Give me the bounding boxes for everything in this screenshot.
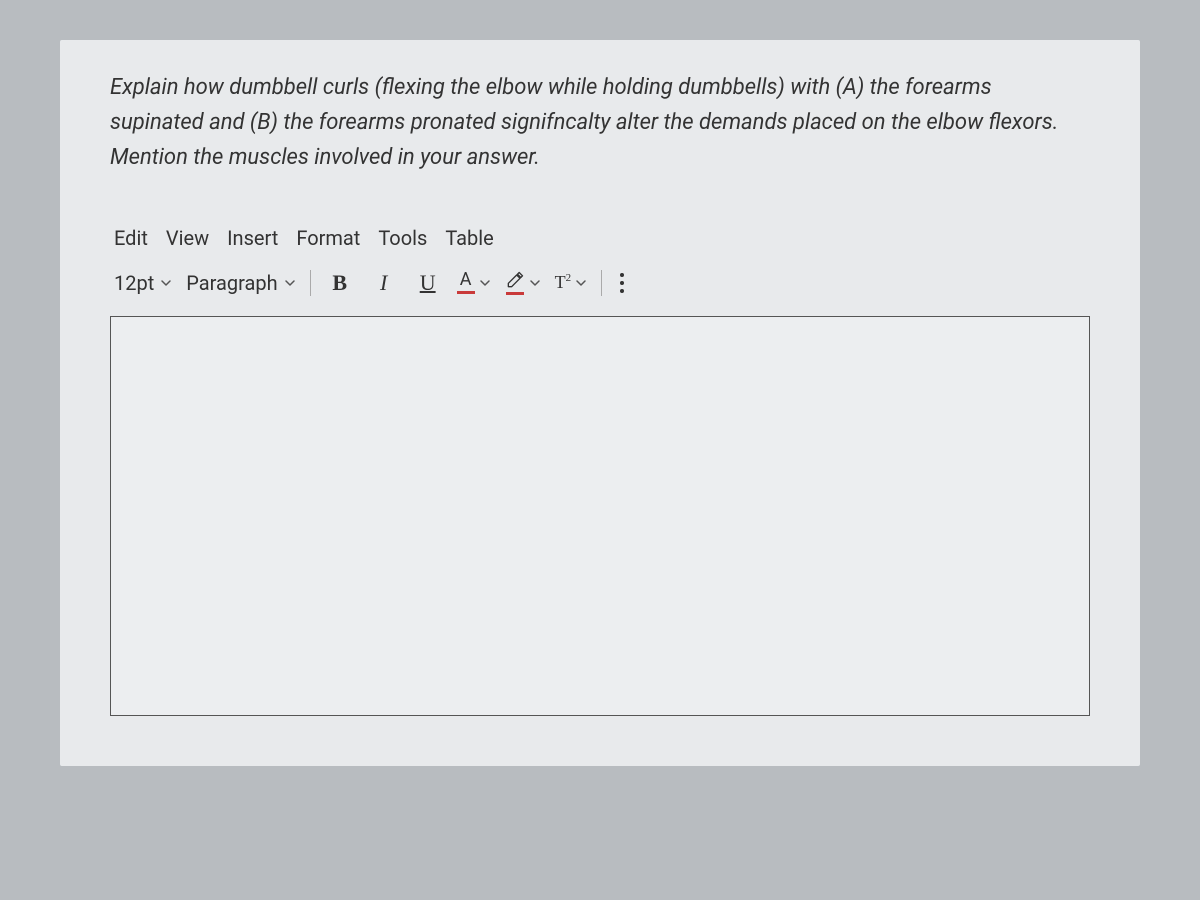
chevron-down-icon xyxy=(160,277,172,289)
editor-container: Explain how dumbbell curls (flexing the … xyxy=(60,40,1140,766)
font-size-dropdown[interactable]: 12pt xyxy=(114,271,172,295)
highlight-color-swatch xyxy=(506,292,524,295)
dot-icon xyxy=(620,273,624,277)
text-color-button[interactable]: A xyxy=(457,271,491,294)
text-color-swatch xyxy=(457,291,475,294)
toolbar-divider xyxy=(310,270,311,296)
text-editor-area[interactable] xyxy=(110,316,1090,716)
menu-format[interactable]: Format xyxy=(296,226,360,250)
chevron-down-icon xyxy=(479,277,491,289)
toolbar-divider xyxy=(601,270,602,296)
underline-button[interactable]: U xyxy=(413,268,443,298)
question-prompt: Explain how dumbbell curls (flexing the … xyxy=(110,70,1090,176)
superscript-button[interactable]: T2 xyxy=(555,272,588,293)
font-size-label: 12pt xyxy=(114,271,154,295)
highlighter-icon xyxy=(505,270,525,290)
more-options-button[interactable] xyxy=(616,269,628,297)
text-color-letter: A xyxy=(460,271,472,289)
superscript-label: T2 xyxy=(555,272,572,293)
highlight-color-button[interactable] xyxy=(505,270,541,295)
paragraph-style-label: Paragraph xyxy=(186,271,277,295)
menu-view[interactable]: View xyxy=(166,226,209,250)
chevron-down-icon xyxy=(284,277,296,289)
chevron-down-icon xyxy=(575,277,587,289)
dot-icon xyxy=(620,281,624,285)
paragraph-style-dropdown[interactable]: Paragraph xyxy=(186,271,295,295)
menu-edit[interactable]: Edit xyxy=(114,226,148,250)
dot-icon xyxy=(620,289,624,293)
chevron-down-icon xyxy=(529,277,541,289)
menubar: Edit View Insert Format Tools Table xyxy=(110,226,1090,250)
bold-button[interactable]: B xyxy=(325,268,355,298)
menu-tools[interactable]: Tools xyxy=(378,226,427,250)
menu-table[interactable]: Table xyxy=(445,226,493,250)
menu-insert[interactable]: Insert xyxy=(227,226,278,250)
italic-button[interactable]: I xyxy=(369,268,399,298)
toolbar: 12pt Paragraph B I U A xyxy=(110,268,1090,298)
